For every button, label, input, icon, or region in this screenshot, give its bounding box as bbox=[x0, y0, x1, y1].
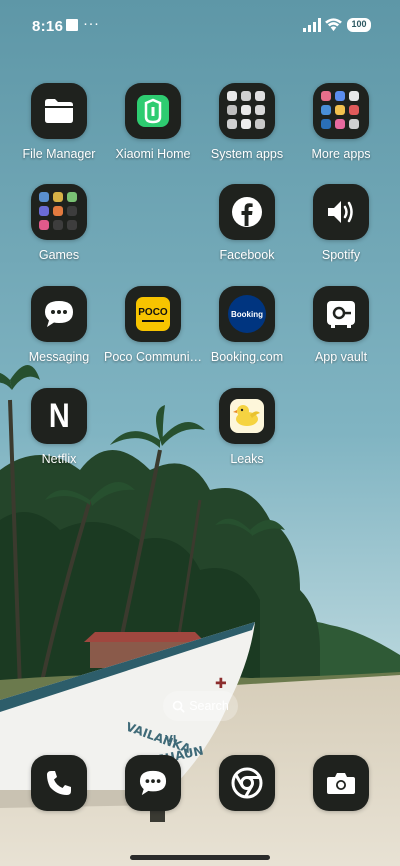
speaker-icon bbox=[313, 184, 369, 240]
dock-chrome[interactable] bbox=[219, 755, 275, 811]
app-label: Messaging bbox=[28, 350, 90, 364]
app-label: Poco Communi… bbox=[104, 350, 202, 364]
notification-square-icon bbox=[66, 19, 78, 31]
app-xiaomi-home[interactable]: Xiaomi Home bbox=[103, 83, 203, 183]
app-messaging[interactable]: Messaging bbox=[9, 286, 109, 386]
app-label: More apps bbox=[311, 147, 371, 161]
duck-icon bbox=[219, 388, 275, 444]
app-label: Spotify bbox=[321, 248, 361, 262]
search-button[interactable]: Search bbox=[163, 691, 238, 721]
camera-icon bbox=[327, 773, 355, 794]
battery-indicator: 100 bbox=[347, 18, 371, 32]
app-poco-community[interactable]: POCO Poco Communi… bbox=[103, 286, 203, 386]
svg-text:✚: ✚ bbox=[215, 676, 227, 692]
folder-grid-icon bbox=[219, 83, 275, 139]
app-booking[interactable]: Booking Booking.com bbox=[197, 286, 297, 386]
app-label: Netflix bbox=[41, 452, 77, 466]
app-label: Facebook bbox=[219, 248, 275, 262]
folder-games[interactable]: Games bbox=[9, 184, 109, 284]
folder-grid-icon bbox=[31, 184, 87, 240]
signal-icon bbox=[303, 18, 321, 32]
status-time: 8:16 bbox=[32, 18, 64, 35]
app-label: Games bbox=[38, 248, 80, 262]
svg-text:VI: VI bbox=[165, 734, 176, 745]
app-label: Leaks bbox=[230, 452, 264, 466]
dock-phone[interactable] bbox=[31, 755, 87, 811]
folder-icon bbox=[31, 83, 87, 139]
booking-logo-text: Booking bbox=[231, 309, 263, 319]
app-file-manager[interactable]: File Manager bbox=[9, 83, 109, 183]
chat-bubble-icon bbox=[139, 770, 167, 796]
home-indicator[interactable] bbox=[130, 855, 270, 860]
app-label: Xiaomi Home bbox=[115, 147, 191, 161]
chrome-icon bbox=[231, 767, 263, 799]
app-label: Booking.com bbox=[210, 350, 284, 364]
facebook-icon bbox=[219, 184, 275, 240]
dock-camera[interactable] bbox=[313, 755, 369, 811]
booking-icon: Booking bbox=[219, 286, 275, 342]
vault-icon bbox=[313, 286, 369, 342]
more-notifications-icon: ··· bbox=[83, 15, 100, 32]
app-label: File Manager bbox=[22, 147, 96, 161]
netflix-logo-text: N bbox=[48, 397, 70, 435]
poco-logo-text: POCO bbox=[138, 306, 168, 318]
app-label: System apps bbox=[210, 147, 284, 161]
status-bar: 8:16 ··· 100 bbox=[0, 0, 400, 56]
search-icon bbox=[172, 700, 185, 712]
app-vault[interactable]: App vault bbox=[291, 286, 391, 386]
dock-messages[interactable] bbox=[125, 755, 181, 811]
wifi-icon bbox=[325, 18, 342, 32]
app-netflix[interactable]: N Netflix bbox=[9, 388, 109, 488]
xiaomi-home-icon bbox=[125, 83, 181, 139]
search-label: Search bbox=[189, 699, 229, 713]
folder-grid-icon bbox=[313, 83, 369, 139]
folder-more-apps[interactable]: More apps bbox=[291, 83, 391, 183]
folder-system-apps[interactable]: System apps bbox=[197, 83, 297, 183]
app-leaks[interactable]: Leaks bbox=[197, 388, 297, 488]
chat-bubble-icon bbox=[31, 286, 87, 342]
app-facebook[interactable]: Facebook bbox=[197, 184, 297, 284]
netflix-icon: N bbox=[31, 388, 87, 444]
app-spotify[interactable]: Spotify bbox=[291, 184, 391, 284]
phone-icon bbox=[47, 771, 71, 795]
app-label: App vault bbox=[314, 350, 368, 364]
poco-icon: POCO bbox=[125, 286, 181, 342]
